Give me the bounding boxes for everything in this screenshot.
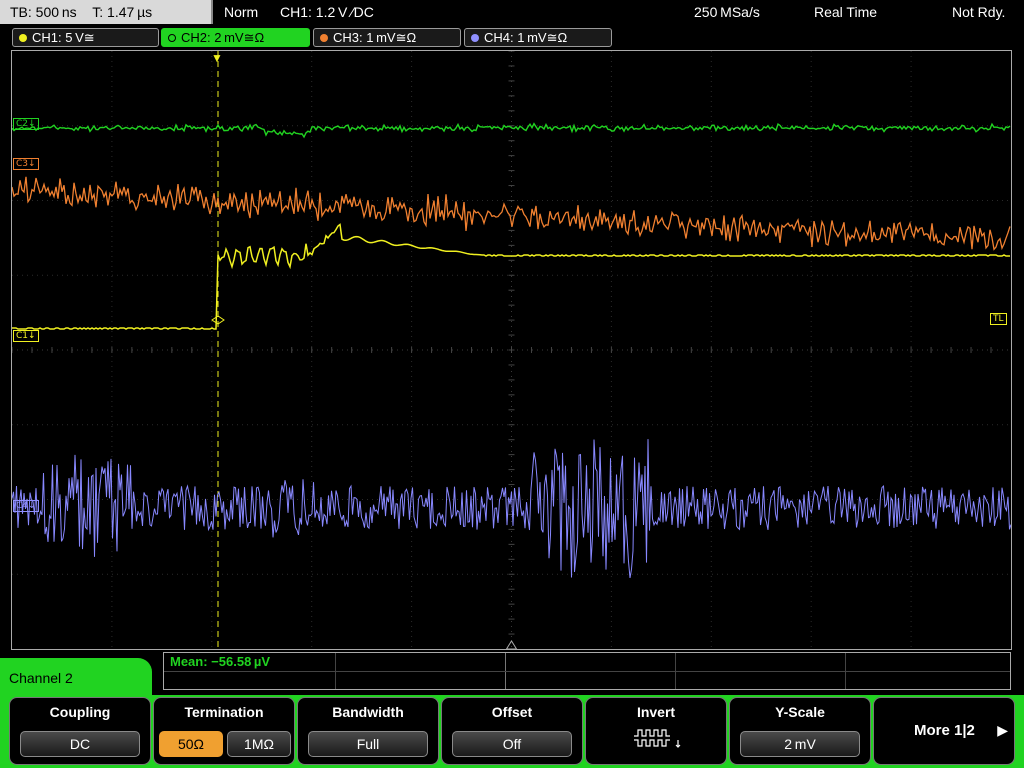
menu-title: Channel 2 [0, 658, 152, 698]
tab-ch3-label: CH3: 1 mV≅Ω [333, 30, 417, 45]
center-marker [505, 640, 518, 649]
offset-title: Offset [491, 704, 533, 720]
arrow-right-icon: ▶ [997, 722, 1008, 738]
more-label: More 1|2 [914, 722, 975, 739]
tab-ch4-label: CH4: 1 mV≅Ω [484, 30, 568, 45]
ch3-ground-marker[interactable]: C3↓ [13, 158, 39, 170]
timebase-box[interactable]: TB: 500 ns T: 1.47 µs [0, 0, 213, 24]
tab-ch2[interactable]: CH2: 2 mV≅Ω [161, 28, 310, 47]
ch2-color-dot [168, 33, 176, 42]
acquisition-state: Not Rdy. [952, 4, 1006, 20]
ch1-ground-marker[interactable]: C1↓ [13, 330, 39, 342]
ch4-trace [12, 439, 1011, 578]
measurement-bar: Mean: −56.58 µV [163, 652, 1011, 690]
timebase-value: TB: 500 ns [10, 4, 77, 20]
termination-softkey[interactable]: Termination 50Ω 1MΩ [153, 697, 295, 765]
termination-title: Termination [184, 704, 264, 720]
offset-softkey[interactable]: Offset Off [441, 697, 583, 765]
sample-rate: 250 MSa/s [694, 4, 760, 20]
ch1-color-dot [19, 33, 27, 42]
trigger-level-marker[interactable]: TL [990, 313, 1007, 325]
more-softkey[interactable]: More 1|2 ▶ [873, 697, 1015, 765]
coupling-softkey[interactable]: Coupling DC [9, 697, 151, 765]
tab-ch4[interactable]: CH4: 1 mV≅Ω [464, 28, 612, 47]
trigger-position-icon[interactable]: ▼ [211, 52, 223, 64]
invert-waveform-icon [634, 729, 681, 748]
ch3-trace [12, 176, 1011, 251]
bandwidth-softkey[interactable]: Bandwidth Full [297, 697, 439, 765]
waveform-display[interactable] [11, 50, 1012, 650]
trigger-info[interactable]: CH1: 1.2 V ∕DC [280, 0, 374, 24]
acquisition-mode: Real Time [814, 4, 878, 20]
tab-ch2-label: CH2: 2 mV≅Ω [181, 30, 265, 45]
tab-ch1[interactable]: CH1: 5 V≅ [12, 28, 159, 47]
measurement-mean[interactable]: Mean: −56.58 µV [170, 654, 270, 669]
offset-value[interactable]: Off [452, 731, 572, 757]
ch4-color-dot [471, 33, 479, 42]
bandwidth-title: Bandwidth [332, 704, 404, 720]
invert-title: Invert [636, 704, 676, 720]
yscale-softkey[interactable]: Y-Scale 2 mV [729, 697, 871, 765]
termination-1mohm-option[interactable]: 1MΩ [227, 731, 291, 757]
coupling-value[interactable]: DC [20, 731, 140, 757]
yscale-value[interactable]: 2 mV [740, 731, 860, 757]
tab-ch1-label: CH1: 5 V≅ [32, 30, 95, 45]
coupling-title: Coupling [49, 704, 111, 720]
trigger-mode[interactable]: Norm [224, 0, 258, 24]
bandwidth-value[interactable]: Full [308, 731, 428, 757]
waveform-canvas [12, 51, 1011, 649]
tab-ch3[interactable]: CH3: 1 mV≅Ω [313, 28, 461, 47]
invert-softkey[interactable]: Invert [585, 697, 727, 765]
termination-50ohm-option[interactable]: 50Ω [159, 731, 223, 757]
ch2-ground-marker[interactable]: C2↓ [13, 118, 39, 130]
ch3-color-dot [320, 33, 328, 42]
ch4-ground-marker[interactable]: C4↓ [13, 500, 39, 512]
yscale-title: Y-Scale [775, 704, 825, 720]
trigger-time-value: T: 1.47 µs [92, 4, 153, 20]
